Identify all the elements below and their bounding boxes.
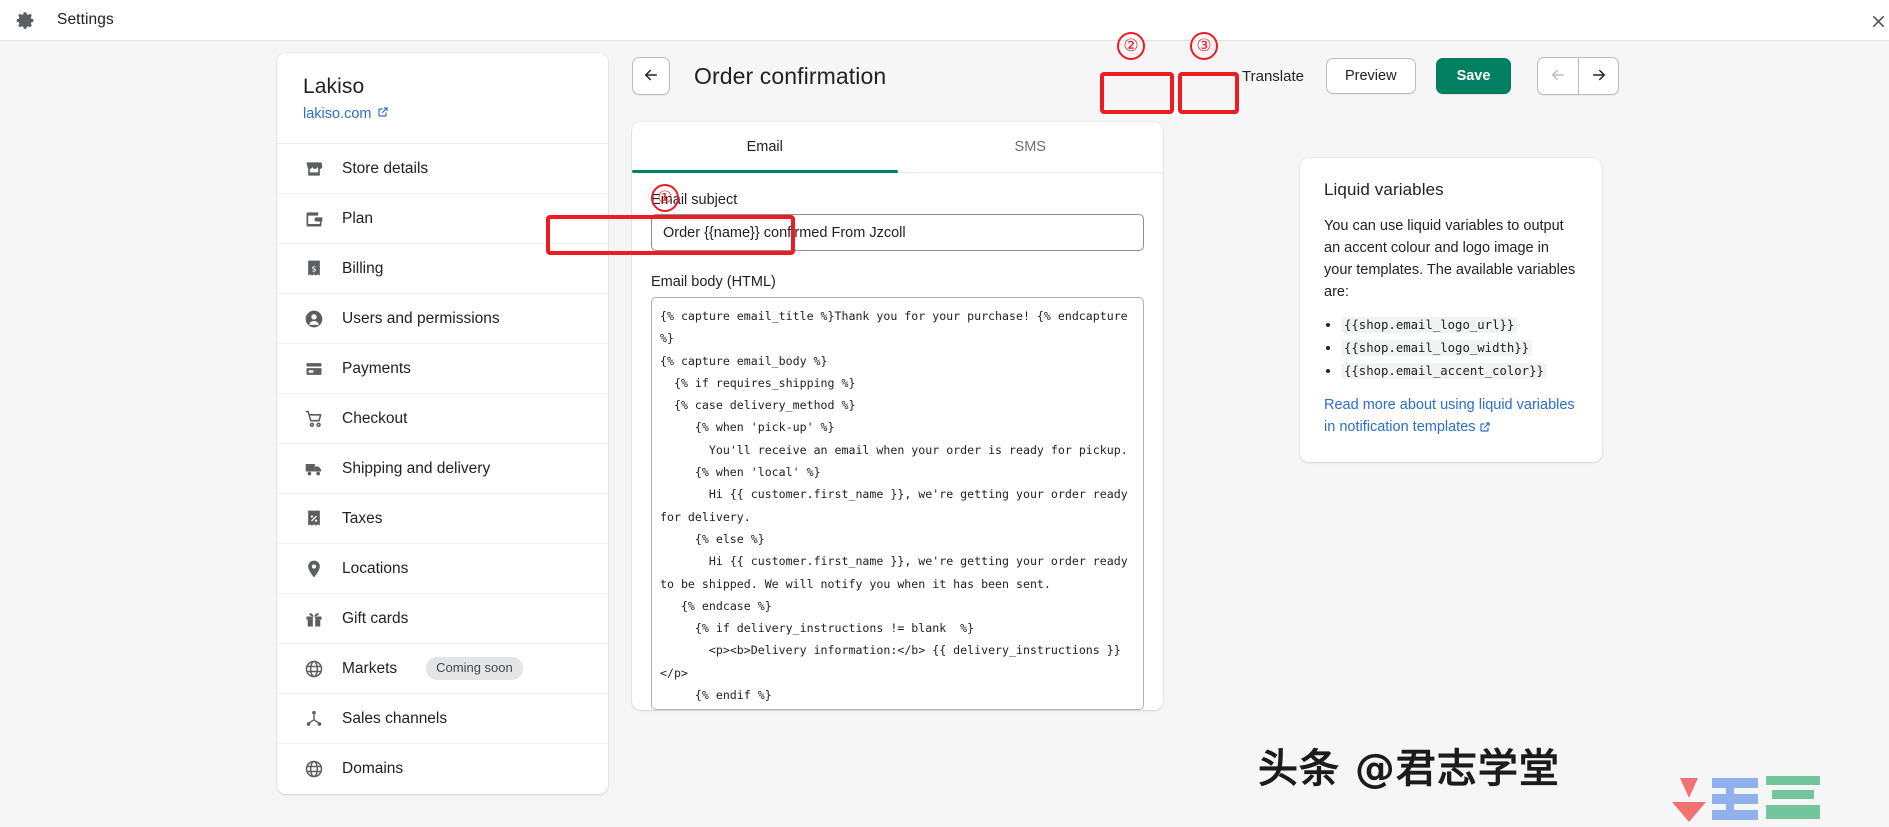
liquid-panel-title: Liquid variables [1324, 180, 1444, 199]
liquid-docs-link[interactable]: Read more about using liquid variables i… [1324, 394, 1578, 440]
page-title: Order confirmation [694, 62, 887, 89]
sidebar-item-users-and-permissions[interactable]: Users and permissions [277, 294, 608, 344]
sidebar-item-locations[interactable]: Locations [277, 544, 608, 594]
liquid-variables-panel: Liquid variables You can use liquid vari… [1300, 158, 1602, 462]
sidebar-item-gift-cards[interactable]: Gift cards [277, 594, 608, 644]
liquid-docs-link-label: Read more about using liquid variables i… [1324, 397, 1575, 435]
back-button[interactable] [632, 57, 670, 95]
sidebar-item-markets[interactable]: Markets Coming soon [277, 644, 608, 694]
shop-name: Lakiso [303, 75, 365, 98]
liquid-variable-item: {{shop.email_logo_url}} [1341, 316, 1578, 334]
page-header: Order confirmation [632, 53, 1282, 99]
external-link-icon [1479, 418, 1491, 440]
sidebar-item-label: Locations [342, 559, 409, 577]
wallet-icon [303, 208, 324, 229]
notification-editor-card: Email SMS Email subject Order {{name}} c… [632, 122, 1163, 710]
sidebar-item-label: Checkout [342, 409, 408, 427]
save-button-wrapper: Save [1435, 58, 1512, 94]
shop-url-label: lakiso.com [303, 106, 372, 122]
window-titlebar: Settings [0, 0, 1889, 41]
settings-nav-card: Lakiso lakiso.com Store details Plan $ Bill… [277, 53, 608, 794]
globe-icon [303, 759, 324, 780]
sidebar-item-checkout[interactable]: Checkout [277, 394, 608, 444]
annotation-number-2: ② [1117, 32, 1145, 60]
watermark-logo [1672, 776, 1820, 822]
arrow-left-icon [1549, 66, 1567, 87]
liquid-variable-item: {{shop.email_logo_width}} [1341, 339, 1578, 357]
truck-icon [303, 458, 324, 479]
sidebar-item-payments[interactable]: Payments [277, 344, 608, 394]
record-pager [1537, 57, 1620, 95]
translate-button[interactable]: Translate [1232, 60, 1314, 93]
sidebar-item-taxes[interactable]: Taxes [277, 494, 608, 544]
arrow-left-icon [642, 66, 660, 87]
editor-body: Email subject Order {{name}} confirmed F… [632, 173, 1163, 710]
liquid-variable-code: {{shop.email_accent_color}} [1341, 363, 1547, 379]
gear-icon [13, 8, 37, 32]
email-subject-wrapper: Order {{name}} confirmed From Jzcoll [651, 214, 1144, 251]
sidebar-item-label: Domains [342, 760, 404, 777]
sidebar-item-label: Plan [342, 209, 374, 227]
credit-card-icon [303, 358, 324, 379]
sidebar-item-label: Payments [342, 359, 411, 377]
liquid-variable-code: {{shop.email_logo_width}} [1341, 340, 1533, 356]
sidebar-item-label: Taxes [342, 509, 383, 527]
liquid-panel-paragraph: You can use liquid variables to output a… [1324, 218, 1576, 300]
gift-icon [303, 608, 324, 629]
email-subject-label: Email subject [651, 192, 738, 208]
sidebar-item-domains[interactable]: Domains [277, 744, 608, 794]
arrow-right-icon [1590, 66, 1608, 87]
tab-email[interactable]: Email [632, 122, 898, 173]
sidebar-item-label: Sales channels [342, 709, 448, 727]
email-body-code: {% capture email_title %}Thank you for y… [660, 309, 1128, 703]
watermark-text: 头条 @君志学堂 [1258, 746, 1560, 792]
receipt-dollar-icon: $ [303, 258, 324, 279]
liquid-variable-code: {{shop.email_logo_url}} [1341, 317, 1518, 333]
channel-tabs: Email SMS [632, 122, 1163, 173]
sidebar-item-shipping-and-delivery[interactable]: Shipping and delivery [277, 444, 608, 494]
shop-url-link[interactable]: lakiso.com [303, 106, 389, 122]
shop-header: Lakiso lakiso.com [277, 53, 608, 144]
sidebar-item-label: Gift cards [342, 609, 409, 627]
settings-nav-list: Store details Plan $ Billing Users and permi… [277, 144, 608, 794]
svg-text:$: $ [311, 263, 316, 273]
liquid-variable-list: {{shop.email_logo_url}} {{shop.email_logo… [1341, 316, 1578, 380]
sidebar-item-label: Shipping and delivery [342, 459, 491, 477]
next-record-button[interactable] [1578, 57, 1620, 95]
email-body-editor[interactable]: {% capture email_title %}Thank you for y… [651, 297, 1144, 710]
window-title: Settings [57, 11, 114, 28]
map-pin-icon [303, 558, 324, 579]
sidebar-item-store-details[interactable]: Store details [277, 144, 608, 194]
share-nodes-icon [303, 708, 324, 729]
user-circle-icon [303, 308, 324, 329]
tab-sms[interactable]: SMS [898, 122, 1164, 172]
close-icon[interactable] [1864, 8, 1889, 34]
store-icon [303, 158, 324, 179]
email-body-label: Email body (HTML) [651, 274, 776, 290]
tab-sms-label: SMS [1014, 139, 1046, 155]
tab-email-label: Email [746, 139, 783, 155]
globe-icon [303, 658, 324, 679]
sidebar-item-plan[interactable]: Plan [277, 194, 608, 244]
page-header-actions: Translate Preview Save [1232, 53, 1672, 99]
annotation-number-3: ③ [1190, 32, 1218, 60]
sidebar-item-label: Users and permissions [342, 309, 500, 327]
liquid-variable-item: {{shop.email_accent_color}} [1341, 362, 1578, 380]
preview-button-wrapper: Preview [1325, 58, 1416, 94]
annotation-number-1: ① [651, 184, 679, 212]
email-subject-input[interactable]: Order {{name}} confirmed From Jzcoll [651, 214, 1144, 251]
sidebar-item-badge: Coming soon [426, 657, 523, 680]
preview-button[interactable]: Preview [1325, 58, 1416, 94]
save-button[interactable]: Save [1435, 58, 1512, 94]
main-column: Order confirmation Email SMS Email subje… [632, 53, 1282, 710]
sidebar-item-label: Billing [342, 259, 384, 277]
sidebar-item-sales-channels[interactable]: Sales channels [277, 694, 608, 744]
sidebar-item-label: Markets [342, 659, 398, 677]
sidebar-item-label: Store details [342, 159, 429, 177]
previous-record-button[interactable] [1537, 57, 1579, 95]
sidebar-item-billing[interactable]: $ Billing [277, 244, 608, 294]
receipt-percent-icon [303, 508, 324, 529]
cart-icon [303, 408, 324, 429]
external-link-icon [377, 106, 389, 122]
